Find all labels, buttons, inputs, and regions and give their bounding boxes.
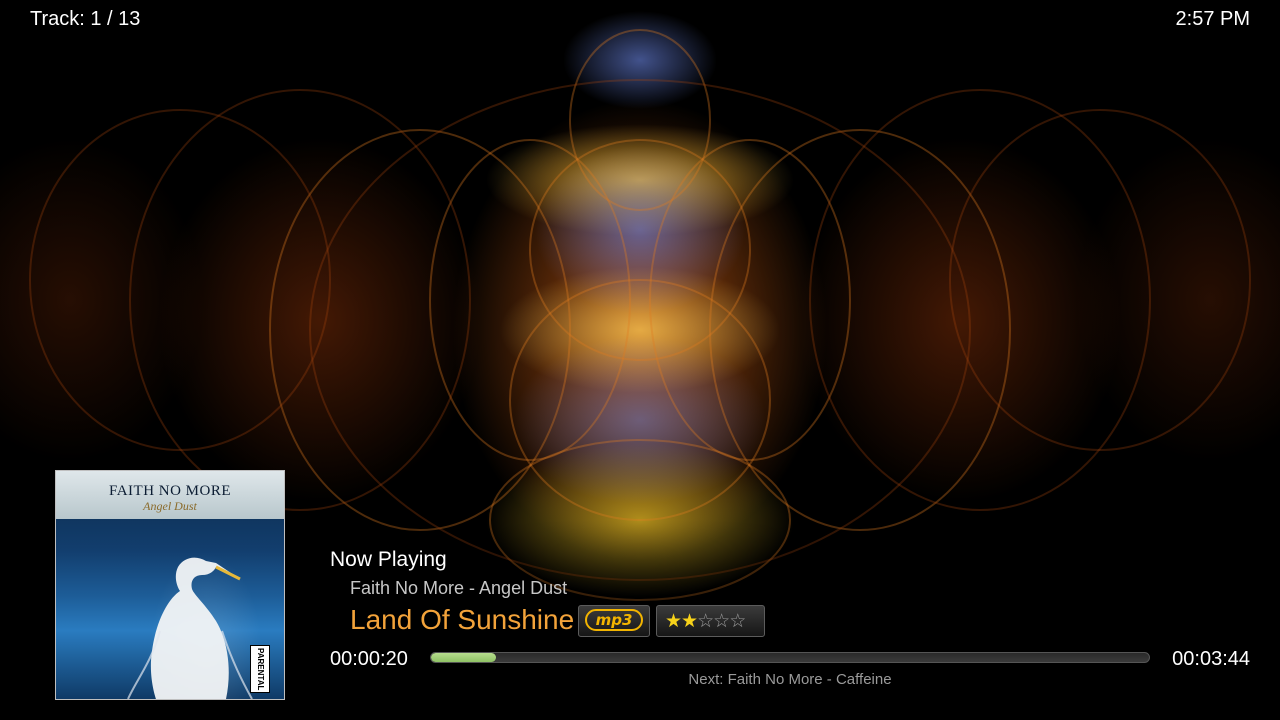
rating-badge: ★★☆☆☆	[656, 605, 765, 637]
now-playing-label: Now Playing	[330, 548, 447, 571]
album-cover: FAITH NO MORE Angel Dust PARENTAL	[55, 470, 285, 700]
star-icon: ★	[681, 610, 698, 632]
progress-bar[interactable]	[430, 652, 1150, 663]
artist-album-text: Faith No More - Angel Dust	[350, 578, 568, 598]
parental-advisory-label: PARENTAL	[250, 645, 270, 693]
song-title: Land Of Sunshine	[350, 604, 575, 635]
mp3-icon: mp3	[585, 609, 643, 631]
star-icon: ★	[665, 610, 682, 632]
track-counter: Track: 1 / 13	[30, 8, 141, 30]
format-badge: mp3	[578, 605, 650, 637]
total-duration: 00:03:44	[1172, 648, 1250, 670]
star-icon: ☆	[713, 610, 730, 632]
elapsed-time: 00:00:20	[330, 648, 408, 670]
star-icon: ☆	[697, 610, 714, 632]
clock: 2:57 PM	[1175, 8, 1250, 30]
star-icon: ☆	[729, 610, 746, 632]
progress-fill	[431, 653, 496, 662]
next-track-text: Next: Faith No More - Caffeine	[688, 671, 892, 688]
rating-stars: ★★☆☆☆	[665, 610, 746, 632]
